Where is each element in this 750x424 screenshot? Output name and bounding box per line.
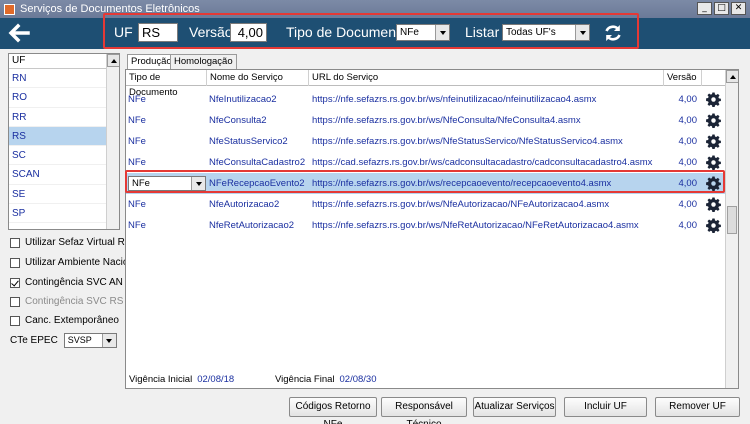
versao-input[interactable]: 4,00	[230, 23, 267, 42]
app-icon	[4, 3, 15, 15]
grid-scrollbar[interactable]	[725, 70, 738, 388]
row-tipo-select[interactable]: NFe	[128, 176, 206, 191]
vigencia-inicial: Vigência Inicial 02/08/18	[129, 374, 235, 385]
uf-input[interactable]: RS	[138, 23, 178, 42]
refresh-icon[interactable]	[603, 23, 623, 43]
listar-label: Listar	[465, 24, 500, 40]
chevron-down-icon	[435, 25, 449, 40]
uf-list-header: UF	[9, 54, 119, 69]
chevron-down-icon	[575, 25, 589, 40]
grid-header: Tipo de Documento Nome do Serviço URL do…	[126, 70, 726, 98]
responsavel-tecnico-button[interactable]: Responsável Técnico	[381, 397, 467, 424]
table-row[interactable]: NFe NfeAutorizacao2 https://nfe.sefazrs.…	[126, 194, 726, 215]
checkbox-box-checked[interactable]	[10, 277, 20, 288]
gear-icon[interactable]	[706, 197, 721, 212]
listar-select[interactable]: Todas UF's	[502, 24, 590, 41]
maximize-button[interactable]: □	[714, 2, 729, 15]
uf-list-item[interactable]: RO	[9, 88, 119, 108]
tipo-documento-label: Tipo de Documento	[286, 24, 408, 40]
gear-icon[interactable]	[706, 134, 721, 149]
checkbox-box	[10, 296, 20, 307]
uf-list-item[interactable]: SE	[9, 185, 119, 205]
tipo-documento-select[interactable]: NFe	[396, 24, 450, 41]
checkbox-box[interactable]	[10, 315, 20, 326]
uf-list-item[interactable]: RR	[9, 108, 119, 127]
svc-an-checkbox[interactable]: Contingência SVC AN	[10, 277, 123, 288]
checkbox-box[interactable]	[10, 257, 20, 268]
column-header-actions	[702, 70, 726, 86]
scroll-up-button[interactable]	[726, 70, 738, 83]
incluir-uf-button[interactable]: Incluir UF	[564, 397, 647, 417]
remover-uf-button[interactable]: Remover UF	[655, 397, 740, 417]
ambiente-nacional-checkbox[interactable]: Utilizar Ambiente Nacional	[10, 257, 142, 268]
svc-rs-checkbox: Contingência SVC RS	[10, 296, 123, 307]
chevron-down-icon	[101, 334, 116, 347]
tab-homologacao[interactable]: Homologação	[170, 54, 237, 69]
table-row[interactable]: NFe NfeConsulta2 https://nfe.sefazrs.rs.…	[126, 110, 726, 131]
codigos-retorno-button[interactable]: Códigos Retorno NFe	[289, 397, 377, 424]
column-header-nome[interactable]: Nome do Serviço	[207, 70, 309, 86]
tipo-documento-value: NFe	[400, 27, 419, 38]
uf-list-item[interactable]: SP	[9, 204, 119, 224]
column-header-tipo[interactable]: Tipo de Documento	[126, 70, 207, 98]
column-header-url[interactable]: URL do Serviço	[309, 70, 664, 86]
canc-extemporaneo-checkbox[interactable]: Canc. Extemporâneo	[10, 315, 119, 326]
cte-epec-select[interactable]: SVSP	[63, 333, 117, 348]
sefaz-virtual-rs-checkbox[interactable]: Utilizar Sefaz Virtual RS	[10, 237, 132, 248]
table-row[interactable]: NFe NfeInutilizacao2 https://nfe.sefazrs…	[126, 89, 726, 110]
chevron-down-icon	[191, 177, 205, 190]
uf-list-item[interactable]: SC	[9, 146, 119, 166]
gear-icon[interactable]	[706, 155, 721, 170]
versao-label: Versão	[189, 24, 233, 40]
header-toolbar: UF RS Versão 4,00 Tipo de Documento NFe …	[0, 13, 750, 49]
cte-epec-label: CTe EPEC	[10, 335, 58, 346]
close-button[interactable]: ✕	[731, 2, 746, 15]
minimize-button[interactable]: _	[697, 2, 712, 15]
gear-icon[interactable]	[706, 113, 721, 128]
back-arrow-icon[interactable]	[6, 21, 32, 45]
services-grid: Tipo de Documento Nome do Serviço URL do…	[125, 69, 739, 389]
gear-icon[interactable]	[706, 176, 721, 191]
uf-list-scrollbar[interactable]	[106, 54, 119, 229]
uf-list[interactable]: UF RN RO RR RS SC SCAN SE SP	[8, 53, 120, 230]
tab-producao[interactable]: Produção	[127, 54, 176, 70]
uf-list-item-selected[interactable]: RS	[9, 126, 119, 147]
atualizar-servicos-button[interactable]: Atualizar Serviços	[473, 397, 556, 417]
table-row[interactable]: NFe NfeRetAutorizacao2 https://nfe.sefaz…	[126, 215, 726, 236]
scroll-up-button[interactable]	[107, 54, 119, 67]
table-row[interactable]: NFe NfeConsultaCadastro2 https://cad.sef…	[126, 152, 726, 173]
uf-label: UF	[114, 24, 133, 40]
column-header-versao[interactable]: Versão	[664, 70, 702, 86]
gear-icon[interactable]	[706, 218, 721, 233]
listar-value: Todas UF's	[506, 27, 556, 38]
checkbox-box[interactable]	[10, 237, 20, 248]
table-row-selected[interactable]: NFe NFeRecepcaoEvento2 https://nfe.sefaz…	[126, 173, 726, 194]
uf-list-item[interactable]: SCAN	[9, 165, 119, 185]
cte-epec-row: CTe EPEC SVSP	[10, 333, 117, 348]
vigencia-final: Vigência Final 02/08/30	[275, 374, 377, 385]
window-controls: _ □ ✕	[697, 2, 746, 15]
uf-list-item[interactable]: RN	[9, 69, 119, 89]
gear-icon[interactable]	[706, 92, 721, 107]
table-row[interactable]: NFe NfeStatusServico2 https://nfe.sefazr…	[126, 131, 726, 152]
scrollbar-thumb[interactable]	[727, 206, 737, 234]
